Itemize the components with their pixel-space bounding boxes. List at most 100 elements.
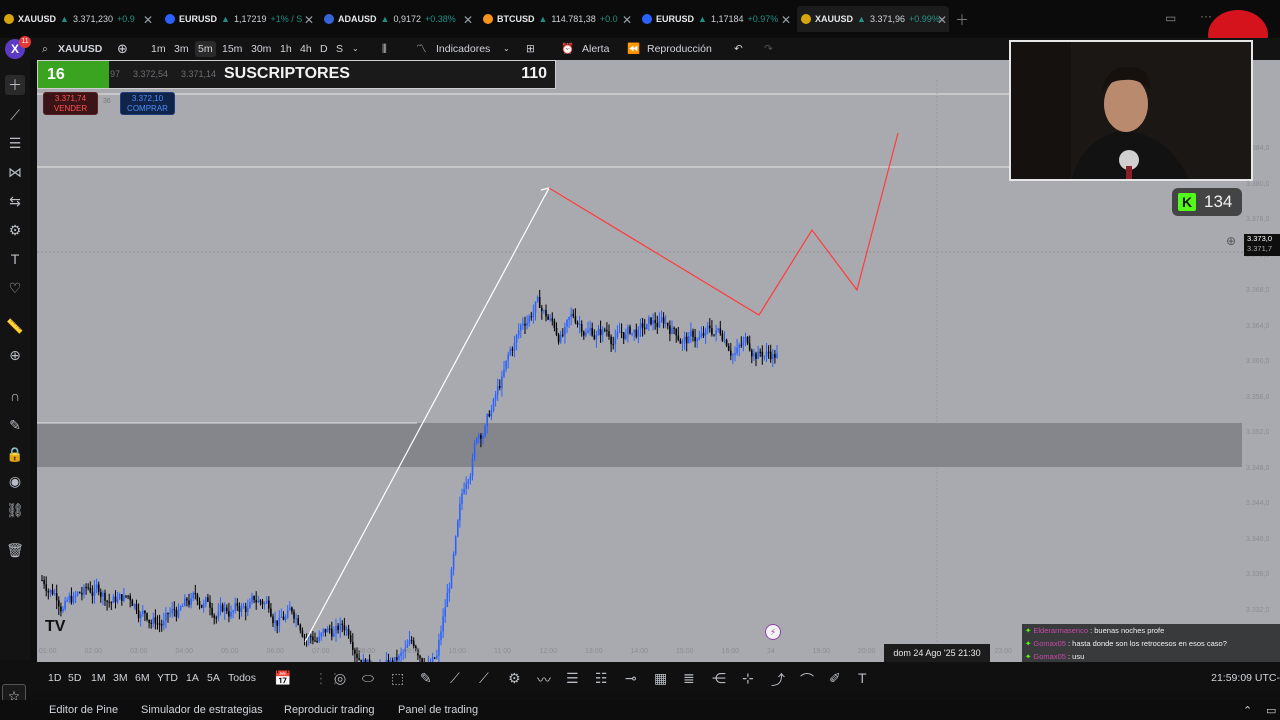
alert-button[interactable]: Alerta xyxy=(582,41,609,57)
interval-1h[interactable]: 1h xyxy=(280,41,292,57)
tab-strategy-tester[interactable]: Simulador de estrategias xyxy=(141,704,263,716)
utc-clock[interactable]: 21:59:09 UTC- xyxy=(1211,672,1280,684)
close-icon[interactable]: ✕ xyxy=(463,13,473,27)
pattern-icon[interactable]: ⋈ xyxy=(5,162,25,182)
text-icon[interactable]: T xyxy=(5,249,25,269)
alarm-icon[interactable]: ⏰ xyxy=(561,41,574,57)
close-icon[interactable]: ✕ xyxy=(304,13,314,27)
channel-icon[interactable]: ☷ xyxy=(595,670,608,687)
redo-icon[interactable]: ↷ xyxy=(764,41,773,57)
interval-30m[interactable]: 30m xyxy=(251,41,271,57)
range-6m[interactable]: 6M xyxy=(135,672,150,684)
chevron-down-icon[interactable]: ⌄ xyxy=(352,41,359,57)
undo-icon[interactable]: ↶ xyxy=(734,41,743,57)
magnet-icon[interactable]: ∩ xyxy=(5,386,25,406)
maximize-icon[interactable]: ▭ xyxy=(1266,704,1276,717)
forecast-icon[interactable]: ⇆ xyxy=(5,191,25,211)
horizontal-line-icon[interactable]: ⊸ xyxy=(625,670,637,687)
range-all[interactable]: Todos xyxy=(228,672,256,684)
interval-s[interactable]: S xyxy=(336,41,343,57)
geometry-icon[interactable]: ⚙ xyxy=(5,220,25,240)
sell-button[interactable]: 3.371,74 VENDER xyxy=(43,92,98,115)
range-ytd[interactable]: YTD xyxy=(157,672,178,684)
chevron-up-icon[interactable]: ⌃ xyxy=(1243,704,1252,717)
lock-icon[interactable]: 🔒 xyxy=(5,444,25,464)
tab-eurusd-1[interactable]: EURUSD ▲ 1,17219 +1% / S ✕ xyxy=(161,8,316,30)
shape-icon[interactable]: ⬭ xyxy=(362,670,374,687)
highlighter-icon[interactable]: ✐ xyxy=(829,670,841,687)
interval-3m[interactable]: 3m xyxy=(174,41,189,57)
replay-button[interactable]: Reproducción xyxy=(647,41,712,57)
range-1a[interactable]: 1A xyxy=(186,672,199,684)
fib-retracement-icon[interactable]: ☰ xyxy=(5,133,25,153)
line-tool-icon[interactable]: ⟋ xyxy=(450,670,460,687)
bar-style-icon[interactable]: ⫼ xyxy=(382,41,387,57)
target-icon[interactable]: ◎ xyxy=(334,670,346,687)
tab-xauusd-active[interactable]: XAUUSD ▲ 3.371,96 +0.99% ✕ xyxy=(797,6,949,32)
tab-btcusd[interactable]: BTCUSD ▲ 114.781,38 +0.0 ✕ xyxy=(479,8,634,30)
ruler-icon[interactable]: 📏 xyxy=(5,316,25,336)
link-icon[interactable]: ⛓ xyxy=(5,500,25,520)
cross-line-icon[interactable]: ⊹ xyxy=(742,670,754,687)
tab-eurusd-2[interactable]: EURUSD ▲ 1,17184 +0.97% ✕ xyxy=(638,8,793,30)
candle-body xyxy=(511,349,514,351)
search-icon[interactable]: ⌕ xyxy=(42,41,48,57)
layout-icon[interactable]: ▭ xyxy=(1165,11,1176,25)
trend-line-icon[interactable]: ⟋ xyxy=(5,105,25,125)
list-icon[interactable]: ☰ xyxy=(566,670,579,687)
layouts-icon[interactable]: ⊞ xyxy=(526,41,535,57)
heart-icon[interactable]: ♡ xyxy=(5,278,25,298)
zoom-in-icon[interactable]: ⊕ xyxy=(5,345,25,365)
text-tool-icon[interactable]: T xyxy=(858,670,867,686)
candle-body xyxy=(289,607,291,611)
interval-5m[interactable]: 5m xyxy=(195,41,216,57)
settings-icon[interactable]: ⚙ xyxy=(508,670,521,687)
range-5d[interactable]: 5D xyxy=(68,672,81,684)
crosshair-icon[interactable]: ＋ xyxy=(5,75,25,95)
zigzag-icon[interactable]: 〰 xyxy=(537,670,551,690)
curve-icon[interactable]: ⌒ xyxy=(800,670,814,690)
range-1m[interactable]: 1M xyxy=(91,672,106,684)
candle-body xyxy=(763,356,766,358)
lock-drawings-icon[interactable]: ✎ xyxy=(5,415,25,435)
compare-symbol-icon[interactable]: ⊕ xyxy=(117,41,128,57)
indicators-button[interactable]: Indicadores xyxy=(436,41,490,57)
tab-replay-trading[interactable]: Reproducir trading xyxy=(284,704,375,716)
range-1d[interactable]: 1D xyxy=(48,672,61,684)
levels-icon[interactable]: ≣ xyxy=(683,670,695,687)
new-tab-icon[interactable]: ＋ xyxy=(955,10,969,30)
price-tick-label: 3.376,0 xyxy=(1246,216,1270,223)
candle-body xyxy=(144,610,146,614)
chevron-down-icon[interactable]: ⌄ xyxy=(503,41,510,57)
tab-pine-editor[interactable]: Editor de Pine xyxy=(49,704,118,716)
indicators-icon[interactable]: 〽 xyxy=(416,41,427,57)
path-icon[interactable]: ⤴ xyxy=(771,670,785,690)
flash-icon[interactable]: ⚡ xyxy=(765,624,781,640)
buy-button[interactable]: 3.372,10 COMPRAR xyxy=(120,92,175,115)
eye-icon[interactable]: ◉ xyxy=(5,471,25,491)
rectangle-icon[interactable]: ⬚ xyxy=(391,670,404,687)
close-icon[interactable]: ✕ xyxy=(781,13,791,27)
interval-1m[interactable]: 1m xyxy=(151,41,166,57)
ray-icon[interactable]: ⟋ xyxy=(479,670,489,687)
tab-adausd[interactable]: ADAUSD ▲ 0,9172 +0.38% ✕ xyxy=(320,8,475,30)
calendar-icon[interactable]: 📅 xyxy=(274,670,291,687)
interval-15m[interactable]: 15m xyxy=(222,41,242,57)
add-alert-icon[interactable]: ⊕ xyxy=(1226,234,1236,248)
interval-4h[interactable]: 4h xyxy=(300,41,312,57)
close-icon[interactable]: ✕ xyxy=(622,13,632,27)
trash-icon[interactable]: 🗑 xyxy=(5,540,25,560)
symbol-search[interactable]: XAUUSD xyxy=(58,41,102,57)
range-3m[interactable]: 3M xyxy=(113,672,128,684)
grid-icon[interactable]: ▦ xyxy=(654,670,667,687)
replay-icon[interactable]: ⏪ xyxy=(627,41,640,57)
tab-trading-panel[interactable]: Panel de trading xyxy=(398,704,478,716)
range-5a[interactable]: 5A xyxy=(207,672,220,684)
tab-xauusd-1[interactable]: XAUUSD ▲ 3.371,230 +0.9 ✕ xyxy=(0,8,155,30)
brush-icon[interactable]: ✎ xyxy=(420,670,432,687)
pitchfork-icon[interactable]: ⋲ xyxy=(712,670,726,687)
close-icon[interactable]: ✕ xyxy=(143,13,153,27)
interval-d[interactable]: D xyxy=(320,41,328,57)
more-icon[interactable]: ··· xyxy=(1200,9,1212,23)
close-icon[interactable]: ✕ xyxy=(937,13,947,27)
